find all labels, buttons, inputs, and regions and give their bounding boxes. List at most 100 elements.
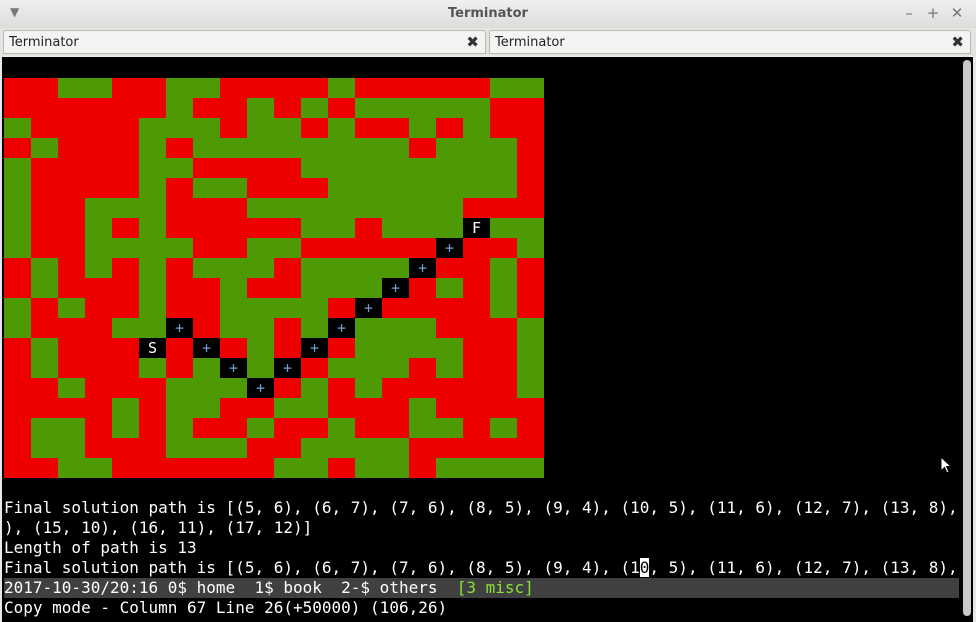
wall-cell — [355, 118, 382, 138]
open-cell — [301, 258, 328, 278]
wall-cell — [166, 178, 193, 198]
open-cell — [382, 258, 409, 278]
mouse-pointer-icon — [940, 456, 953, 474]
wall-cell — [139, 78, 166, 98]
wall-cell — [301, 178, 328, 198]
path-marker: + — [363, 299, 374, 317]
open-cell — [517, 378, 544, 398]
wall-cell — [355, 398, 382, 418]
wall-cell — [4, 278, 31, 298]
open-cell — [112, 318, 139, 338]
open-cell — [490, 178, 517, 198]
wall-cell — [4, 378, 31, 398]
path-cell: + — [409, 258, 436, 278]
open-cell — [193, 438, 220, 458]
open-cell — [112, 398, 139, 418]
tab-terminator-1[interactable]: Terminator ✖ — [3, 30, 486, 54]
wall-cell — [139, 438, 166, 458]
tab-terminator-2[interactable]: Terminator ✖ — [489, 30, 971, 54]
open-cell — [301, 318, 328, 338]
wall-cell — [166, 458, 193, 478]
minimize-button[interactable]: – — [900, 4, 918, 22]
wall-cell — [274, 338, 301, 358]
open-cell — [517, 318, 544, 338]
open-cell — [301, 158, 328, 178]
wall-cell — [58, 318, 85, 338]
open-cell — [409, 198, 436, 218]
open-cell — [301, 458, 328, 478]
maximize-button[interactable]: + — [924, 4, 942, 22]
path-cell: + — [274, 358, 301, 378]
wall-cell — [220, 418, 247, 438]
wall-cell — [247, 158, 274, 178]
wall-cell — [112, 298, 139, 318]
wall-cell — [112, 158, 139, 178]
wall-cell — [355, 218, 382, 238]
wall-cell — [193, 198, 220, 218]
wall-cell — [220, 398, 247, 418]
wall-cell — [463, 378, 490, 398]
wall-cell — [4, 98, 31, 118]
open-cell — [328, 278, 355, 298]
open-cell — [355, 158, 382, 178]
window-titlebar[interactable]: ▼ Terminator – + ✕ — [0, 0, 976, 29]
wall-cell — [4, 358, 31, 378]
open-cell — [112, 418, 139, 438]
output-line: Length of path is 13 — [4, 538, 197, 557]
close-window-button[interactable]: ✕ — [948, 4, 966, 22]
open-cell — [4, 298, 31, 318]
open-cell — [436, 358, 463, 378]
path-marker: + — [255, 379, 266, 397]
open-cell — [166, 238, 193, 258]
wall-cell — [85, 98, 112, 118]
open-cell — [355, 318, 382, 338]
wall-cell — [517, 98, 544, 118]
vertical-scrollbar[interactable] — [961, 60, 971, 616]
open-cell — [463, 118, 490, 138]
wall-cell — [517, 438, 544, 458]
open-cell — [301, 378, 328, 398]
open-cell — [328, 178, 355, 198]
open-cell — [382, 358, 409, 378]
wall-cell — [436, 378, 463, 398]
scrollbar-thumb[interactable] — [963, 60, 971, 616]
wall-cell — [517, 258, 544, 278]
wall-cell — [4, 338, 31, 358]
window-title: Terminator — [448, 6, 528, 21]
wall-cell — [166, 298, 193, 318]
open-cell — [436, 138, 463, 158]
wall-cell — [85, 418, 112, 438]
wall-cell — [220, 158, 247, 178]
open-cell — [382, 98, 409, 118]
open-cell — [4, 238, 31, 258]
open-cell — [382, 198, 409, 218]
wall-cell — [517, 158, 544, 178]
wall-cell — [85, 438, 112, 458]
open-cell — [139, 118, 166, 138]
open-cell — [355, 458, 382, 478]
open-cell — [490, 278, 517, 298]
wall-cell — [274, 98, 301, 118]
wall-cell — [166, 138, 193, 158]
wall-cell — [409, 238, 436, 258]
wall-cell — [382, 298, 409, 318]
wall-cell — [139, 418, 166, 438]
tab-close-icon[interactable]: ✖ — [466, 33, 479, 51]
wall-cell — [220, 78, 247, 98]
output-line: ), (15, 10), (16, 11), (17, 12)] — [4, 518, 313, 537]
open-cell — [436, 178, 463, 198]
wall-cell — [112, 98, 139, 118]
wall-cell — [490, 198, 517, 218]
wall-cell — [382, 378, 409, 398]
wall-cell — [247, 78, 274, 98]
open-cell — [247, 118, 274, 138]
path-cell: + — [193, 338, 220, 358]
open-cell — [409, 98, 436, 118]
open-cell — [301, 98, 328, 118]
open-cell — [517, 218, 544, 238]
output-text: Final solution path is [(5, 6), (6, 7), … — [4, 558, 640, 577]
wall-cell — [220, 458, 247, 478]
wall-cell — [220, 198, 247, 218]
wall-cell — [490, 238, 517, 258]
tab-close-icon[interactable]: ✖ — [951, 33, 964, 51]
